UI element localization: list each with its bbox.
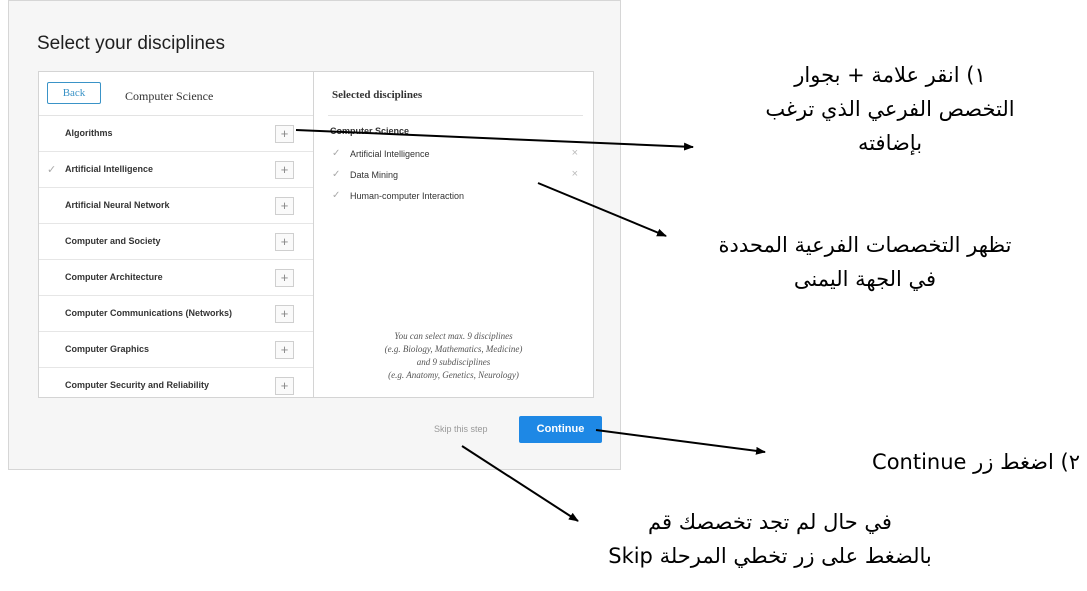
annotation-line: بإضافته [857,131,923,155]
annotation-line: بالضغط على زر تخطي المرحلة Skip [608,544,932,568]
annotation-line: التخصص الفرعي الذي ترغب [765,97,1015,121]
annotation-selected: تظهر التخصصات الفرعية المحددة في الجهة ال… [645,228,1085,296]
annotation-line: ١) انقر علامة + بجوار [794,63,986,87]
annotation-step2: ٢) اضغط زر Continue [872,450,1080,474]
annotation-line: في الجهة اليمنى [793,267,937,291]
annotation-skip: في حال لم تجد تخصصك قم بالضغط على زر تخطي… [560,505,980,573]
arrow-to-add-button [295,129,694,151]
annotation-line: في حال لم تجد تخصصك قم [648,510,892,534]
annotation-step1: ١) انقر علامة + بجوار التخصص الفرعي الذي … [705,58,1075,160]
annotation-line: تظهر التخصصات الفرعية المحددة [718,233,1012,257]
